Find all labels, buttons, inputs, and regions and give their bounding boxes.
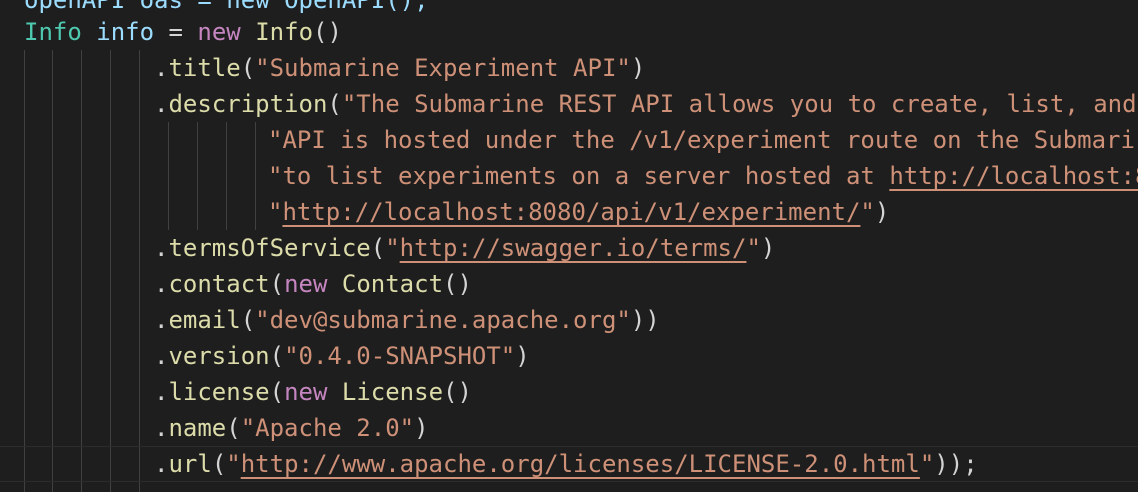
code-token: . [154, 342, 169, 370]
code-token: ( [269, 378, 285, 406]
code-token: ( [269, 270, 285, 298]
code-token: openAPI oas = new OpenAPI(); [24, 0, 429, 14]
code-line[interactable]: "API is hosted under the /v1/experiment … [0, 122, 1138, 158]
code-token: Contact [341, 270, 444, 298]
code-token: . [154, 306, 169, 334]
code-token: = [154, 18, 198, 46]
code-token: new [284, 378, 328, 406]
code-token: " [268, 198, 283, 226]
code-token: Info [24, 18, 82, 46]
code-line[interactable]: .url("http://www.apache.org/licenses/LIC… [0, 446, 1138, 482]
code-line[interactable]: .name("Apache 2.0") [0, 410, 1138, 446]
code-token: "The Submarine REST API allows you to cr… [341, 90, 1137, 118]
code-token: title [168, 54, 241, 82]
code-token: ( [269, 342, 285, 370]
code-token: license [168, 378, 270, 406]
code-editor[interactable]: openAPI oas = new OpenAPI(); Info info = … [0, 0, 1138, 492]
code-token: ( [211, 450, 227, 478]
code-token: . [154, 450, 169, 478]
code-token: name [168, 414, 227, 442]
code-token: " [860, 198, 875, 226]
code-token: "to list experiments on a server hosted … [268, 162, 890, 190]
code-token: " [919, 450, 935, 478]
code-token: ( [370, 234, 386, 262]
code-line[interactable]: .title("Submarine Experiment API") [0, 50, 1138, 86]
code-token: " [385, 234, 400, 262]
code-token: () [313, 18, 342, 46]
code-line[interactable]: .version("0.4.0-SNAPSHOT") [0, 338, 1138, 374]
code-token: . [154, 270, 169, 298]
code-line[interactable]: Info info = new Info() [0, 14, 1138, 50]
code-token: "dev@submarine.apache.org" [255, 306, 631, 334]
code-token: License [341, 378, 444, 406]
code-token: description [168, 90, 328, 118]
code-token: termsOfService [168, 234, 371, 262]
code-token: ( [327, 90, 342, 118]
code-token: new [197, 18, 241, 46]
code-token: " [226, 450, 241, 478]
code-token: http://swagger.io/terms/ [399, 234, 747, 262]
code-token: http://localhost:8080/api/v1/experiment/ [282, 198, 861, 226]
code-token: . [154, 54, 169, 82]
code-token: ( [240, 306, 256, 334]
code-token: new [284, 270, 328, 298]
code-token: ) [414, 414, 429, 442]
code-token: info [96, 18, 155, 46]
code-token: " [746, 234, 761, 262]
code-line[interactable]: .contact(new Contact() [0, 266, 1138, 302]
code-token: )) [630, 306, 660, 334]
code-token: Info [255, 18, 314, 46]
code-token: "API is hosted under the /v1/experiment … [268, 126, 1135, 154]
code-token: ) [874, 198, 890, 226]
code-line[interactable]: .description("The Submarine REST API all… [0, 86, 1138, 122]
code-line[interactable]: .email("dev@submarine.apache.org")) [0, 302, 1138, 338]
code-token: http://localhost:8 [889, 162, 1138, 190]
code-token: "Apache 2.0" [240, 414, 415, 442]
code-token: () [443, 270, 472, 298]
code-line[interactable]: .termsOfService("http://swagger.io/terms… [0, 230, 1138, 266]
code-line[interactable]: .license(new License() [0, 374, 1138, 410]
code-token: () [443, 378, 472, 406]
code-line[interactable]: "to list experiments on a server hosted … [0, 158, 1138, 194]
code-token: "0.4.0-SNAPSHOT" [284, 342, 516, 370]
code-token: ( [240, 54, 256, 82]
code-token: ( [226, 414, 241, 442]
code-token: url [168, 450, 212, 478]
code-token: "Submarine Experiment API" [255, 54, 631, 82]
code-line[interactable]: "http://localhost:8080/api/v1/experiment… [0, 194, 1138, 230]
code-token: email [168, 306, 241, 334]
code-token: ) [630, 54, 646, 82]
code-token: ) [515, 342, 530, 370]
code-token: . [154, 234, 169, 262]
code-token: )); [934, 450, 978, 478]
code-token: ) [760, 234, 776, 262]
code-token: . [154, 90, 169, 118]
code-token: . [154, 378, 169, 406]
code-token: version [168, 342, 270, 370]
code-token: . [154, 414, 169, 442]
code-token: contact [168, 270, 270, 298]
code-token: http://www.apache.org/licenses/LICENSE-2… [240, 450, 920, 478]
